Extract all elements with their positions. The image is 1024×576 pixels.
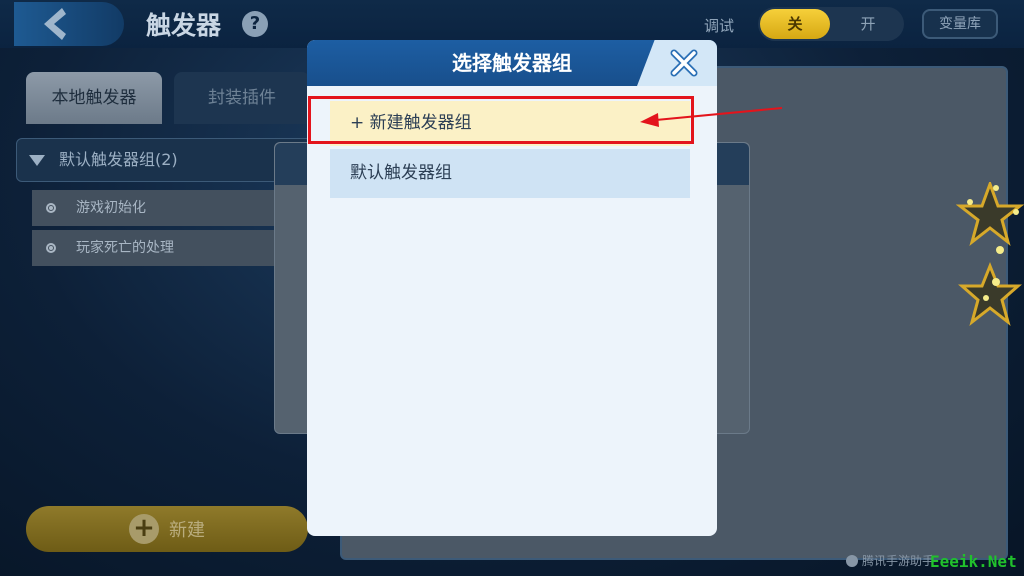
collapse-triangle-icon — [29, 155, 45, 166]
help-icon[interactable]: ? — [242, 11, 268, 37]
close-icon — [670, 49, 698, 77]
trigger-group-label: 默认触发器组(2) — [59, 150, 178, 169]
tencent-logo-icon — [846, 555, 858, 567]
star-decoration-icon — [956, 182, 1024, 326]
plus-icon: + — [129, 514, 159, 544]
back-button[interactable] — [14, 2, 124, 46]
debug-toggle[interactable]: 关 开 — [758, 7, 904, 41]
trigger-item[interactable]: 玩家死亡的处理 — [32, 230, 312, 266]
annotation-arrow-icon — [640, 107, 783, 127]
tab-local-triggers[interactable]: 本地触发器 — [26, 72, 162, 124]
trigger-list-panel: 默认触发器组(2) 游戏初始化 玩家死亡的处理 — [14, 124, 314, 454]
debug-label: 调试 — [704, 17, 735, 35]
radio-dot-icon — [46, 243, 56, 253]
trigger-item-label: 玩家死亡的处理 — [76, 240, 174, 256]
new-trigger-button[interactable]: + 新建 — [26, 506, 308, 552]
variables-button[interactable]: 变量库 — [922, 9, 998, 39]
toggle-on-option[interactable]: 开 — [834, 9, 902, 39]
radio-dot-icon — [46, 203, 56, 213]
trigger-item[interactable]: 游戏初始化 — [32, 190, 312, 226]
trigger-group-row[interactable]: 默认触发器组(2) — [16, 138, 312, 182]
back-arrow-icon — [44, 8, 66, 40]
site-watermark: Eeeik.Net — [930, 552, 1017, 571]
trigger-item-label: 游戏初始化 — [76, 200, 146, 216]
footer-watermark: 腾讯手游助手 — [846, 552, 934, 569]
new-trigger-label: 新建 — [169, 520, 205, 541]
toggle-off-option[interactable]: 关 — [760, 9, 830, 39]
default-trigger-group-option[interactable]: 默认触发器组 — [330, 149, 690, 198]
footer-watermark-text: 腾讯手游助手 — [862, 554, 935, 568]
tab-plugins[interactable]: 封装插件 — [174, 72, 310, 124]
page-title: 触发器 — [146, 11, 222, 40]
